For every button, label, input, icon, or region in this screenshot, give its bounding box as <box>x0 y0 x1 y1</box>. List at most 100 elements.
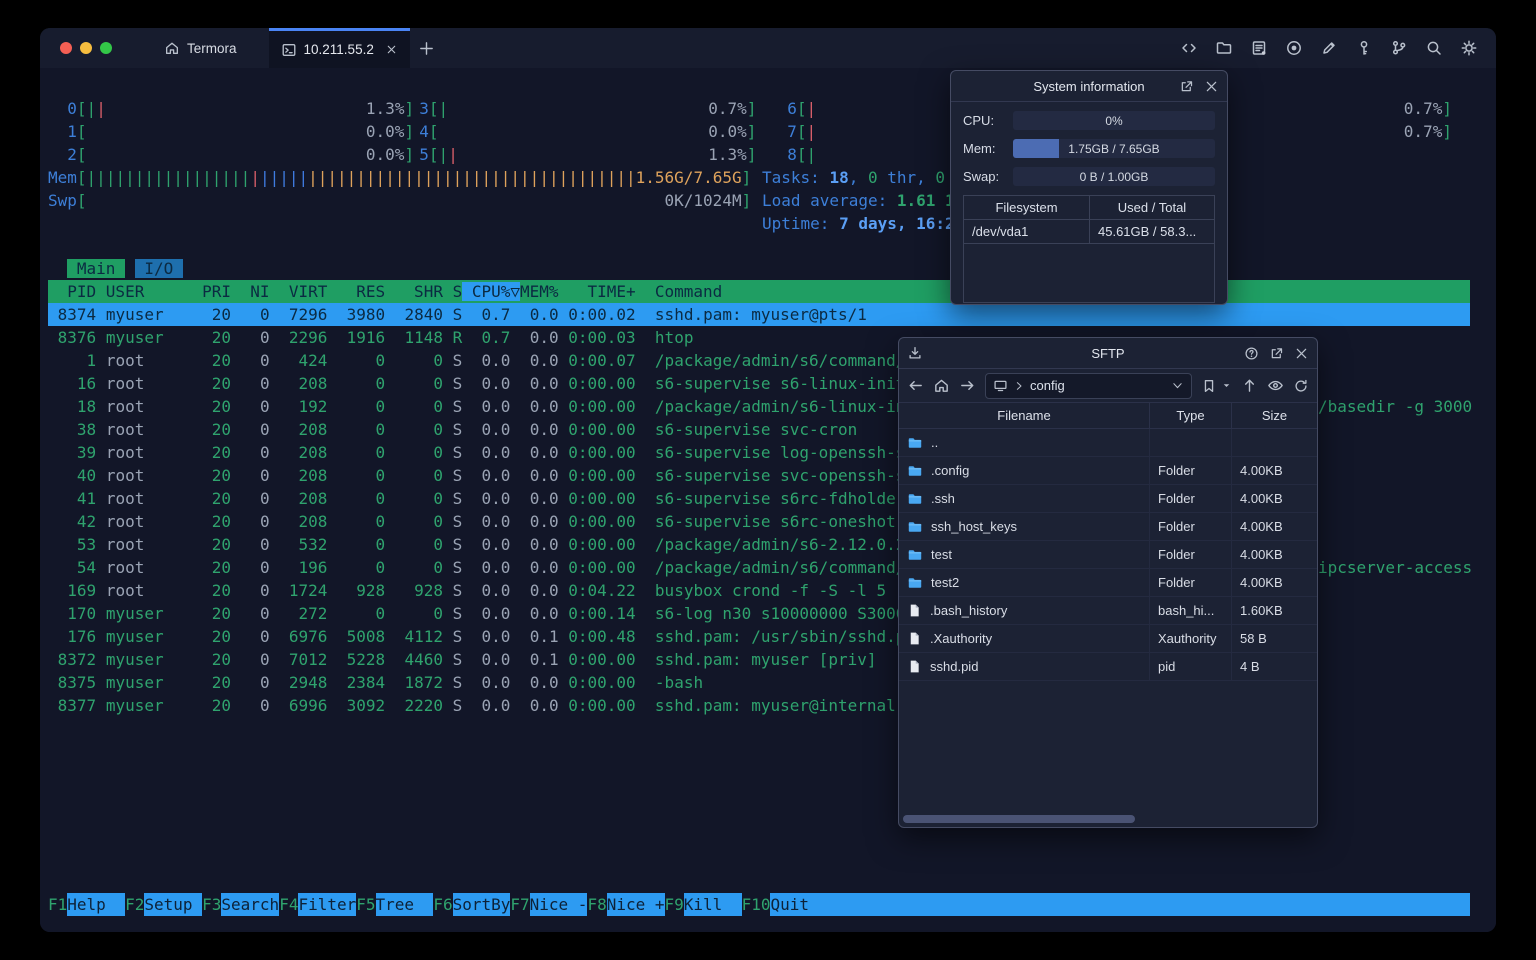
fkey-F5[interactable]: F5 <box>356 893 375 916</box>
fkey-label-F9[interactable]: Kill <box>683 893 742 916</box>
mem-label: Mem: <box>963 141 996 156</box>
fkey-F8[interactable]: F8 <box>587 893 606 916</box>
fkey-F2[interactable]: F2 <box>125 893 144 916</box>
file-type: Folder <box>1149 513 1231 540</box>
fkey-label-F1[interactable]: Help <box>67 893 126 916</box>
file-type: Folder <box>1149 541 1231 568</box>
folder-icon <box>907 435 923 451</box>
system-info-title-bar[interactable]: System information <box>951 71 1227 102</box>
forward-arrow-icon[interactable] <box>959 377 976 394</box>
fkey-F10[interactable]: F10 <box>742 893 771 916</box>
fkey-label-F10[interactable]: Quit <box>770 893 1470 916</box>
fkey-F3[interactable]: F3 <box>202 893 221 916</box>
filesystem-name[interactable]: /dev/vda1 <box>964 220 1089 244</box>
fkey-label-F3[interactable]: Search <box>221 893 280 916</box>
breadcrumb-path: config <box>1030 378 1065 393</box>
type-col-header[interactable]: Type <box>1149 403 1231 428</box>
file-icon <box>907 603 922 618</box>
fkey-F1[interactable]: F1 <box>48 893 67 916</box>
file-name: ssh_host_keys <box>931 519 1017 534</box>
zoom-window-button[interactable] <box>100 42 112 54</box>
file-type: Folder <box>1149 485 1231 512</box>
fkey-label-F4[interactable]: Filter <box>298 893 357 916</box>
close-icon[interactable] <box>1204 79 1219 94</box>
htop-tab-io[interactable]: I/O <box>134 259 183 278</box>
fkey-F6[interactable]: F6 <box>433 893 452 916</box>
fkey-label-F6[interactable]: SortBy <box>452 893 511 916</box>
close-icon[interactable] <box>1294 346 1309 361</box>
bookmark-caret-down-icon[interactable] <box>1221 380 1232 391</box>
download-icon[interactable] <box>907 345 923 361</box>
process-row-pid-8374[interactable]: 8374 myuser 20 0 7296 3980 2840 S 0.7 0.… <box>48 303 1470 326</box>
fkey-label-F8[interactable]: Nice + <box>606 893 665 916</box>
sftp-title-bar[interactable]: SFTP <box>899 338 1317 369</box>
home-icon[interactable] <box>933 377 950 394</box>
sftp-row-ssh_host_keys[interactable]: ssh_host_keys Folder 4.00KB <box>899 513 1317 541</box>
fkey-F4[interactable]: F4 <box>279 893 298 916</box>
refresh-icon[interactable] <box>1293 378 1309 394</box>
sftp-row-sshd.pid[interactable]: sshd.pid pid 4 B <box>899 653 1317 681</box>
path-breadcrumb[interactable]: config <box>985 372 1192 399</box>
key-icon[interactable] <box>1355 39 1373 57</box>
sftp-row-..[interactable]: .. <box>899 429 1317 457</box>
record-icon[interactable] <box>1285 39 1303 57</box>
sftp-row-test[interactable]: test Folder 4.00KB <box>899 541 1317 569</box>
sftp-row-.Xauthority[interactable]: .Xauthority Xauthority 58 B <box>899 625 1317 653</box>
code-icon[interactable] <box>1180 39 1198 57</box>
size-col-header[interactable]: Size <box>1231 403 1317 428</box>
fkey-label-F5[interactable]: Tree <box>375 893 434 916</box>
column-header-cpu-sorted[interactable]: CPU%▽ <box>462 282 521 301</box>
sftp-row-.ssh[interactable]: .ssh Folder 4.00KB <box>899 485 1317 513</box>
fkey-label-F2[interactable]: Setup <box>144 893 203 916</box>
file-size <box>1231 429 1317 456</box>
sftp-row-.config[interactable]: .config Folder 4.00KB <box>899 457 1317 485</box>
fkey-F9[interactable]: F9 <box>665 893 684 916</box>
help-icon[interactable] <box>1244 346 1259 361</box>
process-table-header[interactable]: PID USER PRI NI VIRT RES SHR S CPU%▽MEM%… <box>48 280 1470 303</box>
open-in-window-icon[interactable] <box>1269 346 1284 361</box>
bookmark-icon[interactable] <box>1201 378 1217 394</box>
filesystem-usage[interactable]: 45.61GB / 58.3... <box>1089 220 1214 244</box>
minimize-window-button[interactable] <box>80 42 92 54</box>
scrollbar-thumb[interactable] <box>903 815 1135 823</box>
terminal-icon <box>281 42 297 58</box>
tab-active-session[interactable]: 10.211.55.2 <box>268 28 410 68</box>
folder-icon[interactable] <box>1215 39 1233 57</box>
htop-tab-main[interactable]: Main <box>67 259 126 278</box>
device-icon <box>993 378 1008 393</box>
uptime-line: Uptime: 7 days, 16:2 <box>762 214 955 233</box>
sftp-row-.bash_history[interactable]: .bash_history bash_hi... 1.60KB <box>899 597 1317 625</box>
pencil-icon[interactable] <box>1320 39 1338 57</box>
sftp-row-test2[interactable]: test2 Folder 4.00KB <box>899 569 1317 597</box>
branch-icon[interactable] <box>1390 39 1408 57</box>
settings-gear-icon[interactable] <box>1460 39 1478 57</box>
file-icon <box>907 659 922 674</box>
file-size: 1.60KB <box>1231 597 1317 624</box>
traffic-lights <box>60 42 112 54</box>
open-in-window-icon[interactable] <box>1179 79 1194 94</box>
up-arrow-icon[interactable] <box>1241 377 1258 394</box>
filesystem-table: Filesystem Used / Total /dev/vda1 45.61G… <box>963 195 1215 303</box>
filename-col-header[interactable]: Filename <box>899 403 1149 428</box>
tab-home-label: Termora <box>187 40 237 56</box>
back-arrow-icon[interactable] <box>907 377 924 394</box>
new-tab-button[interactable] <box>410 28 444 68</box>
tab-close-icon[interactable] <box>385 43 398 56</box>
cpu-progress-bar: 0% <box>1013 111 1215 130</box>
horizontal-scrollbar[interactable] <box>902 814 1314 824</box>
tab-home[interactable]: Termora <box>154 28 247 68</box>
search-icon[interactable] <box>1425 39 1443 57</box>
notes-icon[interactable] <box>1250 39 1268 57</box>
chevron-down-icon[interactable] <box>1171 379 1184 392</box>
folder-icon <box>907 491 923 507</box>
command-overflow-fragment: ipcserver-access <box>1318 558 1473 577</box>
fkey-label-F7[interactable]: Nice - <box>529 893 588 916</box>
swap-progress-text: 0 B / 1.00GB <box>1079 169 1149 184</box>
cpu-meter-2: 2[ 0.0%] <box>48 145 415 164</box>
sftp-file-list: .. .config Folder 4.00KB .ssh Folder 4.00KB ssh… <box>899 429 1317 681</box>
cpu-meter-4: 4[ 0.0%] <box>400 122 757 141</box>
cpu-meter-0: 0[|| 1.3%] <box>48 99 415 118</box>
fkey-F7[interactable]: F7 <box>510 893 529 916</box>
close-window-button[interactable] <box>60 42 72 54</box>
eye-icon[interactable] <box>1267 377 1284 394</box>
